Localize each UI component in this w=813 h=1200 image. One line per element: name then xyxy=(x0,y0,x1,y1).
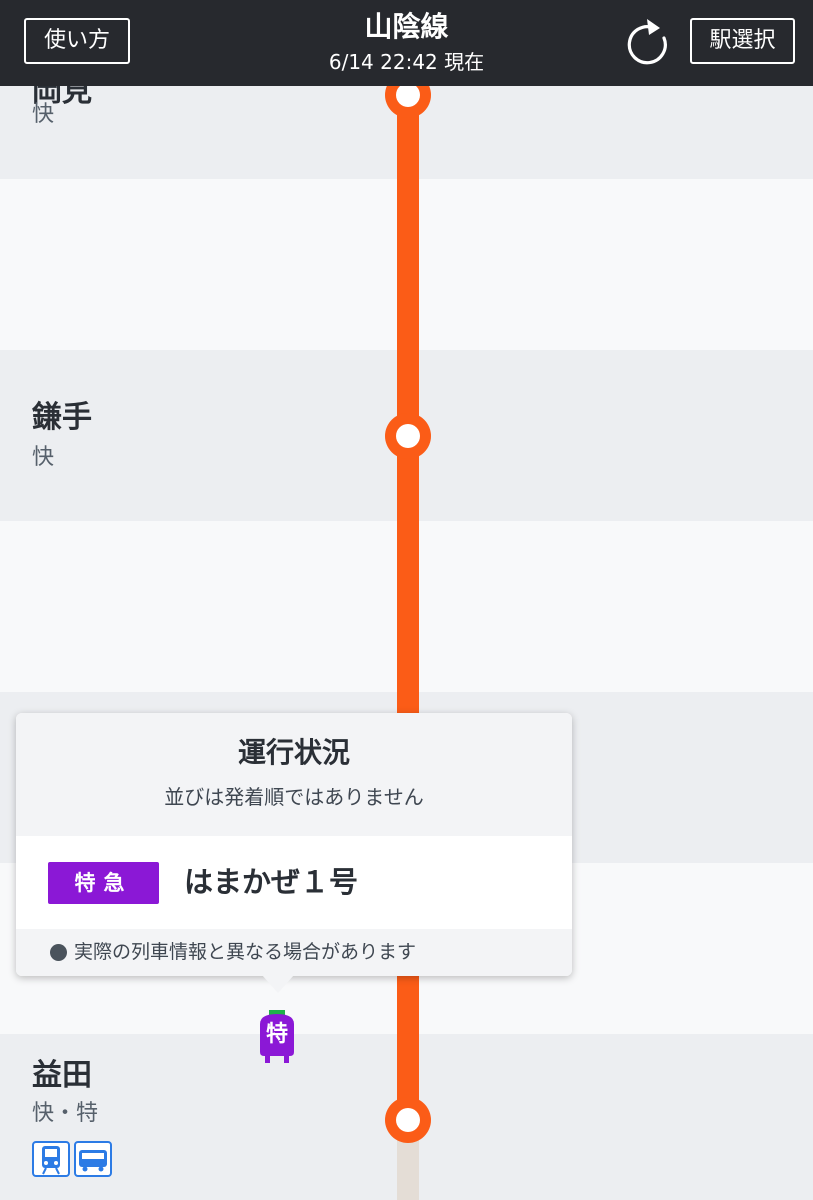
station-stop-type: 快・特 xyxy=(32,1101,99,1126)
station-name[interactable]: 鎌手 xyxy=(32,398,92,438)
station-node[interactable] xyxy=(385,413,431,459)
bullet-icon xyxy=(50,944,67,961)
station-select-button[interactable]: 駅選択 xyxy=(690,18,795,64)
limited-express-badge: 特急 xyxy=(48,862,159,904)
bus-facility-icon xyxy=(74,1141,112,1177)
app-header: 使い方 山陰線 6/14 22:42 現在 駅選択 xyxy=(0,0,813,86)
popup-subtitle: 並びは発着順ではありません xyxy=(164,785,424,809)
train-facility-icon xyxy=(32,1141,70,1177)
route-line-beyond xyxy=(397,1140,419,1200)
station-stop-type: 快 xyxy=(32,102,55,127)
popup-header: 運行状況 並びは発着順ではありません xyxy=(16,713,572,836)
popup-pointer xyxy=(262,975,294,993)
limited-express-train-marker[interactable]: 特 xyxy=(256,1010,298,1064)
station-node[interactable] xyxy=(385,1097,431,1143)
route-line xyxy=(397,86,419,1200)
train-row[interactable]: 特急 はまかぜ１号 xyxy=(16,836,572,929)
refresh-icon[interactable] xyxy=(622,16,672,68)
station-name[interactable]: 益田 xyxy=(32,1056,92,1096)
train-name[interactable]: はまかぜ１号 xyxy=(184,860,358,904)
popup-note-text: 実際の列車情報と異なる場合があります xyxy=(74,941,417,963)
popup-note: 実際の列車情報と異なる場合があります xyxy=(16,929,572,976)
popup-title: 運行状況 xyxy=(237,736,350,769)
train-marker-label: 特 xyxy=(265,1022,288,1047)
operation-status-popup: 運行状況 並びは発着順ではありません 特急 はまかぜ１号 実際の列車情報と異なる… xyxy=(16,713,572,993)
station-stop-type: 快 xyxy=(32,445,55,470)
